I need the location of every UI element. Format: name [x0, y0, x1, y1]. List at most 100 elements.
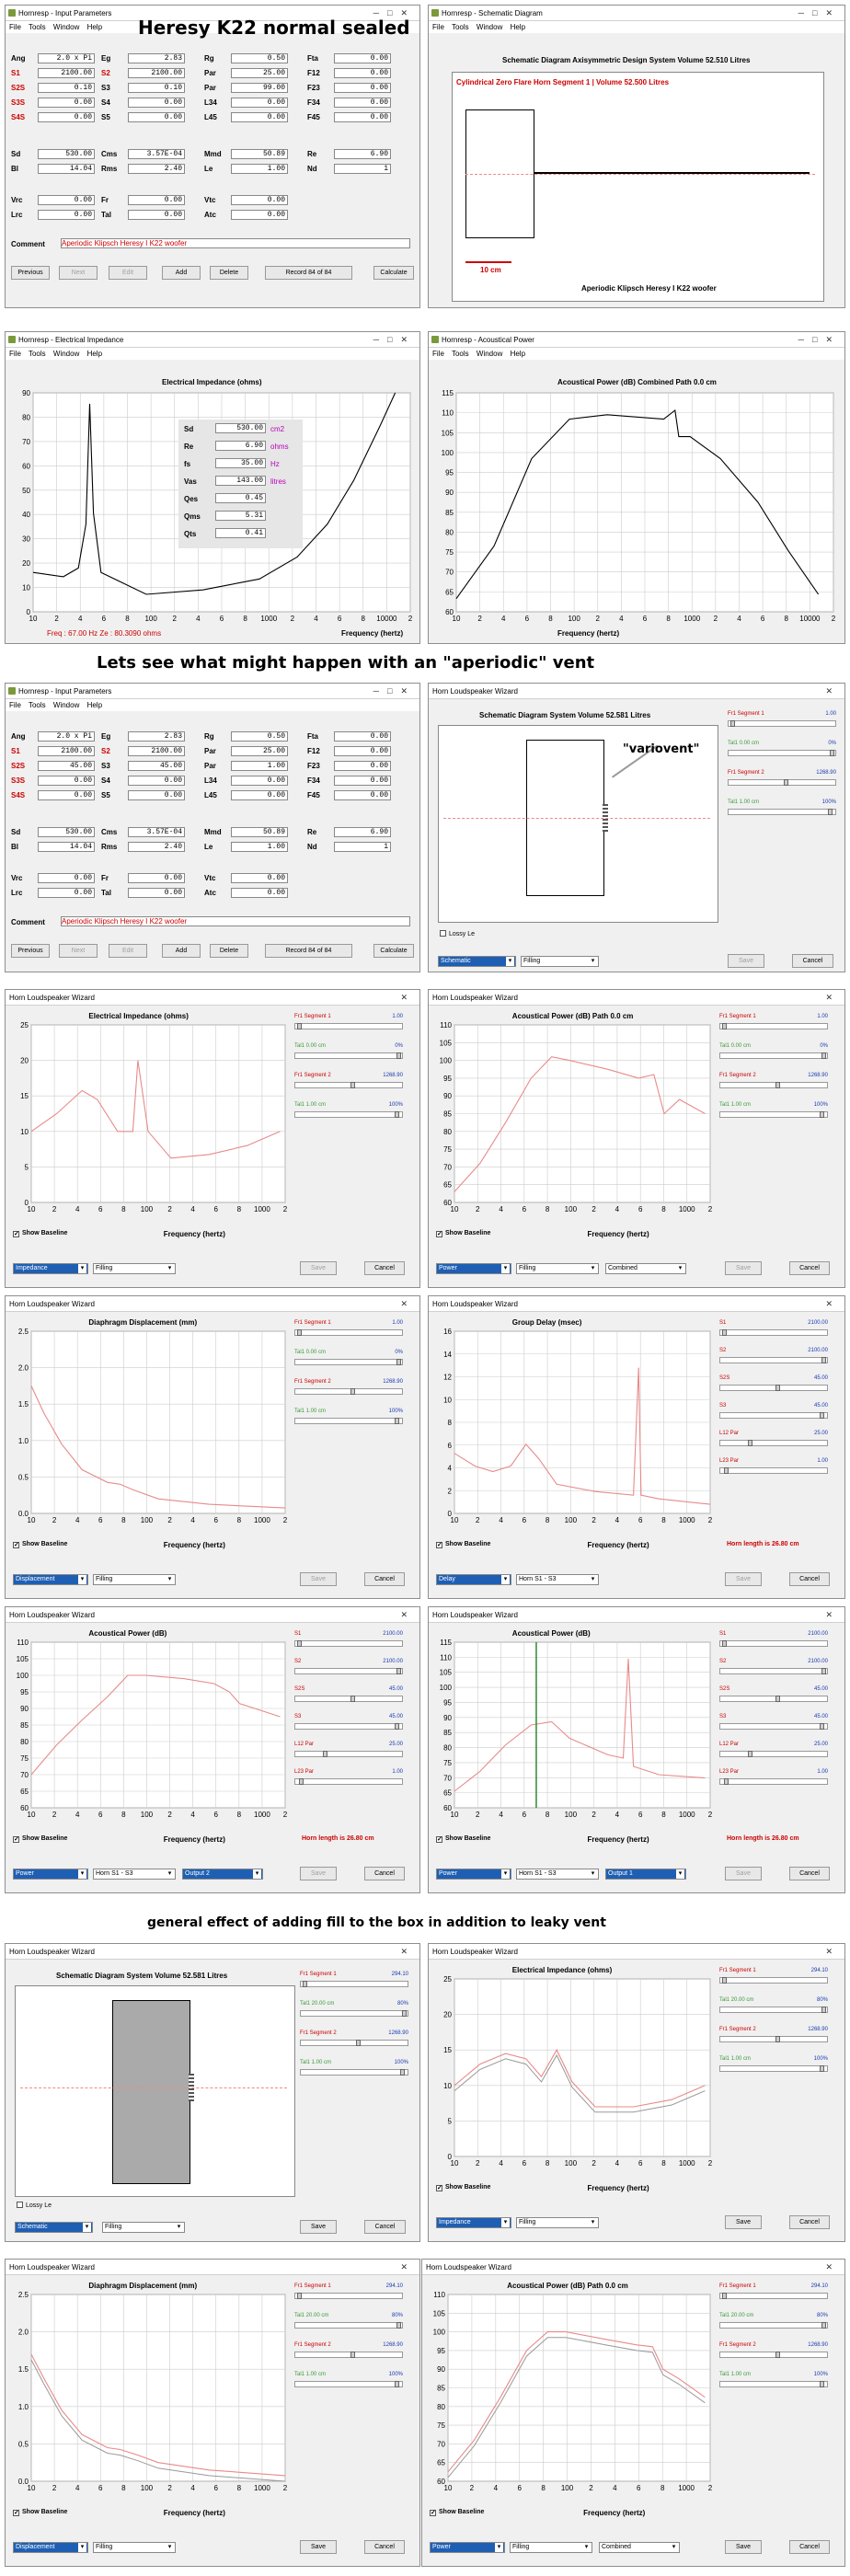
slider-thumb[interactable]	[722, 2293, 727, 2299]
slider-thumb[interactable]	[400, 2069, 405, 2076]
slider-track[interactable]	[294, 1388, 403, 1395]
slider-thumb[interactable]	[820, 2065, 824, 2072]
param-field[interactable]: 2.83	[128, 731, 185, 742]
slider[interactable]: Tal1 1.00 cm 100%	[728, 799, 838, 831]
filling-select[interactable]: Filling	[521, 956, 599, 967]
combined-select[interactable]: Combined	[599, 2542, 680, 2553]
close-icon[interactable]: ✕	[400, 1296, 416, 1312]
slider-thumb[interactable]	[323, 1751, 327, 1757]
close-icon[interactable]: ✕	[825, 1944, 841, 1960]
slider[interactable]: Fr1 Segment 1 1.00	[719, 1014, 830, 1045]
slider[interactable]: L12 Par 25.00	[719, 1431, 830, 1462]
filling-select[interactable]: Filling	[102, 2222, 185, 2233]
slider-track[interactable]	[294, 1052, 403, 1059]
param-field[interactable]: 2.0 x Pi	[38, 53, 95, 63]
slider[interactable]: Fr1 Segment 2 1268.90	[719, 2027, 830, 2058]
show-baseline-checkbox[interactable]: ✓ Show Baseline	[13, 1835, 67, 1843]
button-calculate[interactable]: Calculate	[373, 266, 414, 280]
param-field[interactable]: 0.50	[231, 731, 288, 742]
title-bar[interactable]: Horn Loudspeaker Wizard ✕	[6, 990, 419, 1006]
close-icon[interactable]: ✕	[400, 2260, 416, 2275]
title-bar[interactable]: Horn Loudspeaker Wizard ✕	[429, 1944, 844, 1960]
menu-file[interactable]: File	[432, 23, 444, 31]
slider-track[interactable]	[719, 1640, 828, 1647]
cancel-button[interactable]: Cancel	[364, 1572, 405, 1586]
title-bar[interactable]: Hornresp - Electrical Impedance ─□✕	[6, 332, 419, 348]
param-field[interactable]: 1.00	[231, 842, 288, 852]
slider-track[interactable]	[294, 1359, 403, 1365]
slider-track[interactable]	[294, 1751, 403, 1757]
slider[interactable]: Tal1 1.00 cm 100%	[719, 2056, 830, 2087]
slider-thumb[interactable]	[722, 1640, 727, 1647]
param-field[interactable]: 25.00	[231, 746, 288, 756]
title-bar[interactable]: Horn Loudspeaker Wizard ✕	[6, 1944, 419, 1960]
param-field[interactable]: 0.00	[334, 790, 391, 800]
title-bar[interactable]: Hornresp - Acoustical Power ─□✕	[429, 332, 844, 348]
slider-thumb[interactable]	[395, 2381, 399, 2387]
button-next[interactable]: Next	[59, 944, 98, 958]
slider[interactable]: Tal1 1.00 cm 100%	[294, 1102, 405, 1133]
slider-thumb[interactable]	[821, 2322, 826, 2329]
param-field[interactable]: 3.57E-04	[128, 149, 185, 159]
title-bar[interactable]: Horn Loudspeaker Wizard ✕	[429, 684, 844, 699]
slider[interactable]: S1 2100.00	[719, 1320, 830, 1351]
param-field[interactable]: 45.00	[128, 761, 185, 771]
param-field[interactable]: 0.00	[38, 210, 95, 220]
slider-track[interactable]	[719, 1668, 828, 1674]
show-baseline-checkbox[interactable]: ✓ Show Baseline	[436, 1835, 490, 1843]
param-field[interactable]: 0.10	[38, 83, 95, 93]
cancel-button[interactable]: Cancel	[364, 1867, 405, 1880]
slider-track[interactable]	[719, 1111, 828, 1118]
button-calculate[interactable]: Calculate	[373, 944, 414, 958]
show-baseline-checkbox[interactable]: ✓ Show Baseline	[13, 1230, 67, 1237]
slider-thumb[interactable]	[821, 1357, 826, 1363]
slider[interactable]: S2 2100.00	[719, 1348, 830, 1379]
slider-thumb[interactable]	[356, 2040, 361, 2046]
slider-track[interactable]	[294, 2293, 403, 2299]
menu-file[interactable]: File	[9, 350, 21, 358]
param-field[interactable]: 14.04	[38, 842, 95, 852]
slider-track[interactable]	[300, 1981, 408, 1987]
slider[interactable]: S3 45.00	[719, 1403, 830, 1434]
view-select[interactable]: Displacement	[13, 1574, 88, 1585]
slider-track[interactable]	[728, 809, 836, 815]
slider-thumb[interactable]	[722, 1977, 727, 1984]
slider-thumb[interactable]	[350, 1696, 355, 1702]
filling-select[interactable]: Filling	[516, 1263, 599, 1274]
slider-track[interactable]	[719, 2381, 828, 2387]
param-field[interactable]: 50.89	[231, 827, 288, 837]
slider[interactable]: Fr1 Segment 2 1268.90	[294, 1379, 405, 1410]
slider-track[interactable]	[719, 1412, 828, 1419]
view-select[interactable]: Schematic	[15, 2222, 93, 2233]
show-baseline-checkbox[interactable]: ✓ Show Baseline	[436, 1541, 490, 1548]
slider-thumb[interactable]	[303, 1981, 307, 1987]
slider-track[interactable]	[719, 1023, 828, 1029]
slider-track[interactable]	[719, 1052, 828, 1059]
slider-track[interactable]	[719, 2065, 828, 2072]
button-previous[interactable]: Previous	[11, 944, 50, 958]
slider[interactable]: Fr1 Segment 1 1.00	[728, 711, 838, 742]
slider[interactable]: L12 Par 25.00	[294, 1742, 405, 1773]
title-bar[interactable]: Horn Loudspeaker Wizard ✕	[429, 1607, 844, 1623]
param-field[interactable]: 0.41	[215, 528, 266, 538]
param-field[interactable]: 25.00	[231, 68, 288, 78]
slider-track[interactable]	[719, 2036, 828, 2042]
slider[interactable]: S1 2100.00	[719, 1631, 830, 1662]
param-field[interactable]: 6.90	[334, 149, 391, 159]
param-field[interactable]: 0.00	[231, 873, 288, 883]
slider-thumb[interactable]	[821, 2007, 826, 2013]
slider-track[interactable]	[300, 2040, 408, 2046]
window-controls-icon[interactable]: ─□✕	[798, 6, 841, 21]
slider-track[interactable]	[728, 779, 836, 786]
slider[interactable]: Fr1 Segment 2 1268.90	[719, 1073, 830, 1104]
param-field[interactable]: 0.00	[128, 112, 185, 122]
slider-thumb[interactable]	[821, 1052, 826, 1059]
view-select[interactable]: Schematic	[438, 956, 516, 967]
slider-track[interactable]	[719, 1357, 828, 1363]
param-field[interactable]: 1.00	[231, 164, 288, 174]
slider[interactable]: Tal1 1.00 cm 100%	[294, 2372, 405, 2403]
slider-track[interactable]	[294, 1082, 403, 1088]
slider-track[interactable]	[719, 2352, 828, 2358]
param-field[interactable]: 6.90	[215, 441, 266, 451]
param-field[interactable]: 0.00	[231, 790, 288, 800]
